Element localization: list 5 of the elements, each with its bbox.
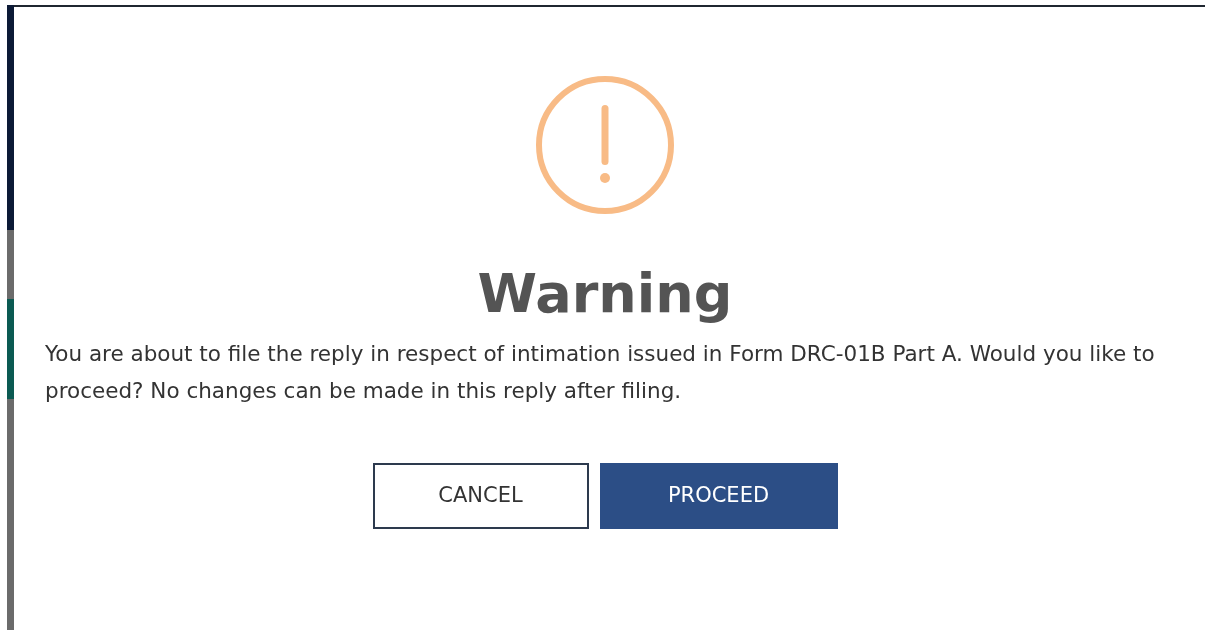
cancel-button[interactable]: CANCEL <box>372 463 589 530</box>
warning-icon <box>535 75 675 215</box>
proceed-button[interactable]: PROCEED <box>599 463 838 530</box>
dialog-title: Warning <box>477 261 733 327</box>
dialog-message: You are about to file the reply in respect of intimation issued in Form DRC-01B Part A. Would you like to proceed? No changes can be made in this reply after filing. <box>45 340 1156 406</box>
